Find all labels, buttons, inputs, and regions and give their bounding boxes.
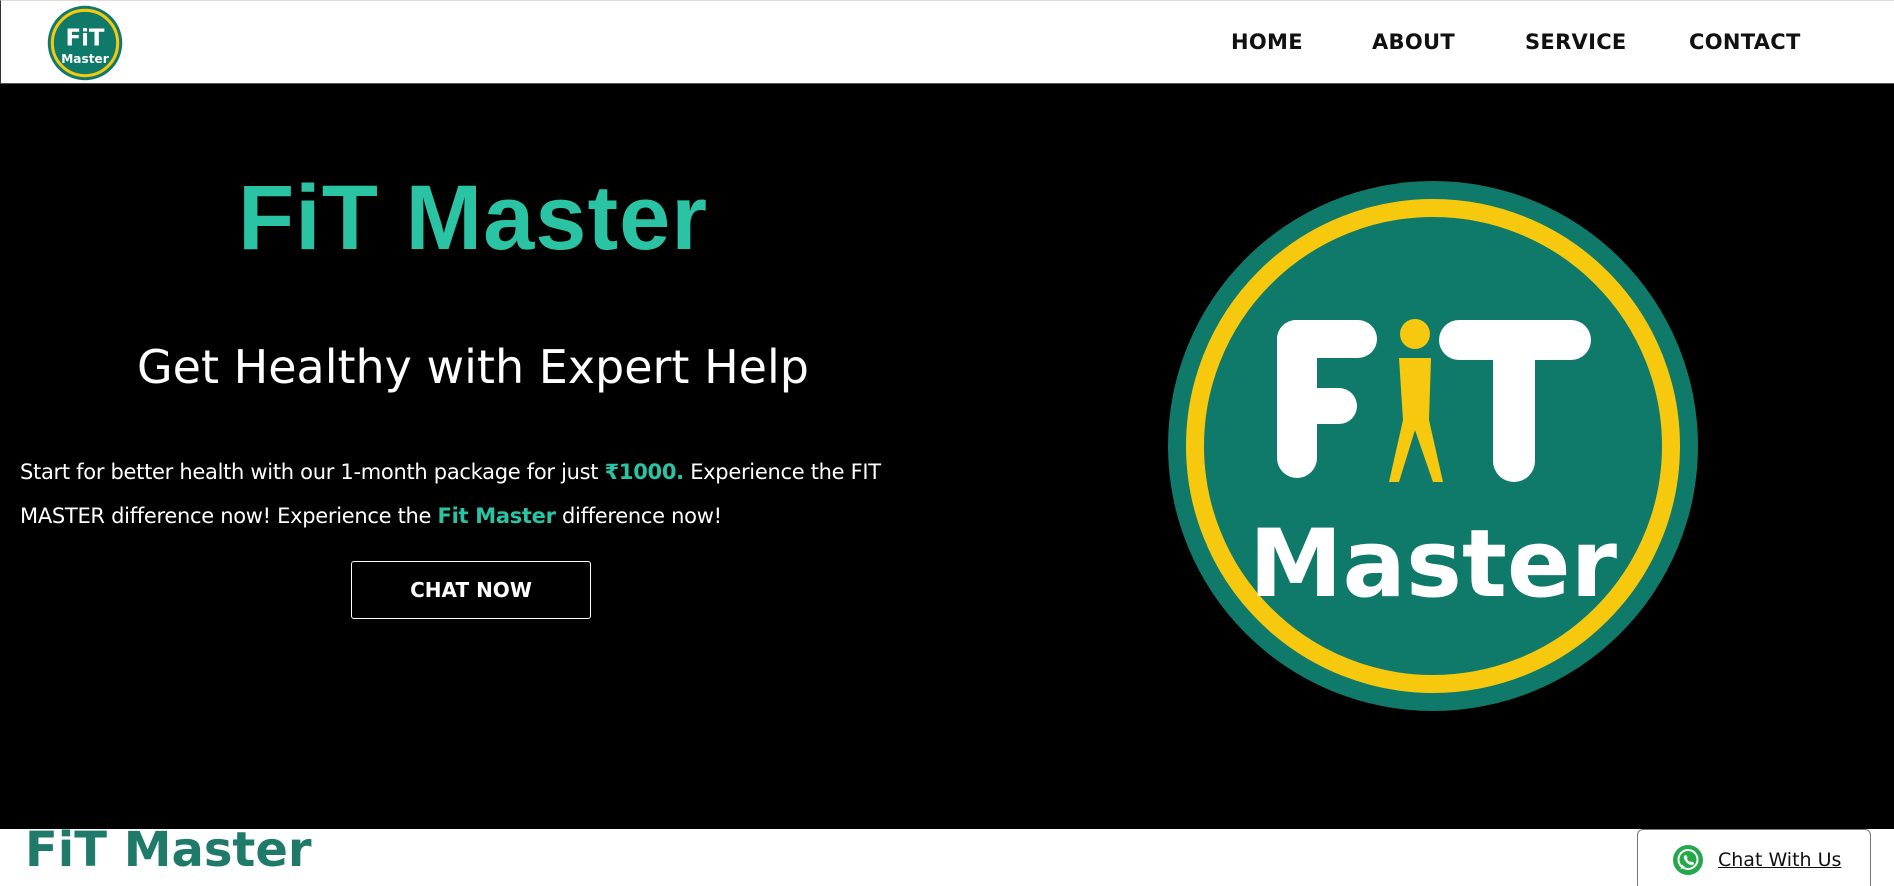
hero-logo-text: Master [1249, 510, 1618, 619]
chat-with-us-label: Chat With Us [1718, 849, 1842, 871]
hero-desc-part1: Start for better health with our 1-month… [20, 460, 605, 484]
logo-line1: FiT [66, 25, 105, 51]
brand-logo[interactable]: FiT Master [47, 5, 123, 81]
nav-about-link[interactable]: ABOUT [1372, 30, 1455, 54]
nav-home-link[interactable]: HOME [1231, 30, 1303, 54]
nav-contact-link[interactable]: CONTACT [1689, 30, 1801, 54]
nav-service-link[interactable]: SERVICE [1525, 30, 1627, 54]
hero-section: FiT Master Get Healthy with Expert Help … [0, 84, 1894, 829]
logo-line2: Master [61, 52, 109, 66]
site-header: FiT Master HOME ABOUT SERVICE CONTACT [0, 0, 1894, 84]
hero-logo-image: Master [1168, 181, 1698, 711]
section-brand-heading: FiT Master [25, 822, 312, 878]
chat-with-us-widget[interactable]: Chat With Us [1637, 829, 1871, 886]
hero-desc-part3: difference now! [555, 504, 722, 528]
hero-title: FiT Master [237, 167, 709, 269]
chat-now-button[interactable]: CHAT NOW [351, 561, 591, 619]
hero-price: ₹1000. [604, 460, 685, 484]
whatsapp-icon [1673, 845, 1703, 875]
hero-brand-highlight: Fit Master [437, 504, 556, 528]
hero-description: Start for better health with our 1-month… [20, 450, 900, 538]
hero-subtitle: Get Healthy with Expert Help [137, 340, 809, 394]
